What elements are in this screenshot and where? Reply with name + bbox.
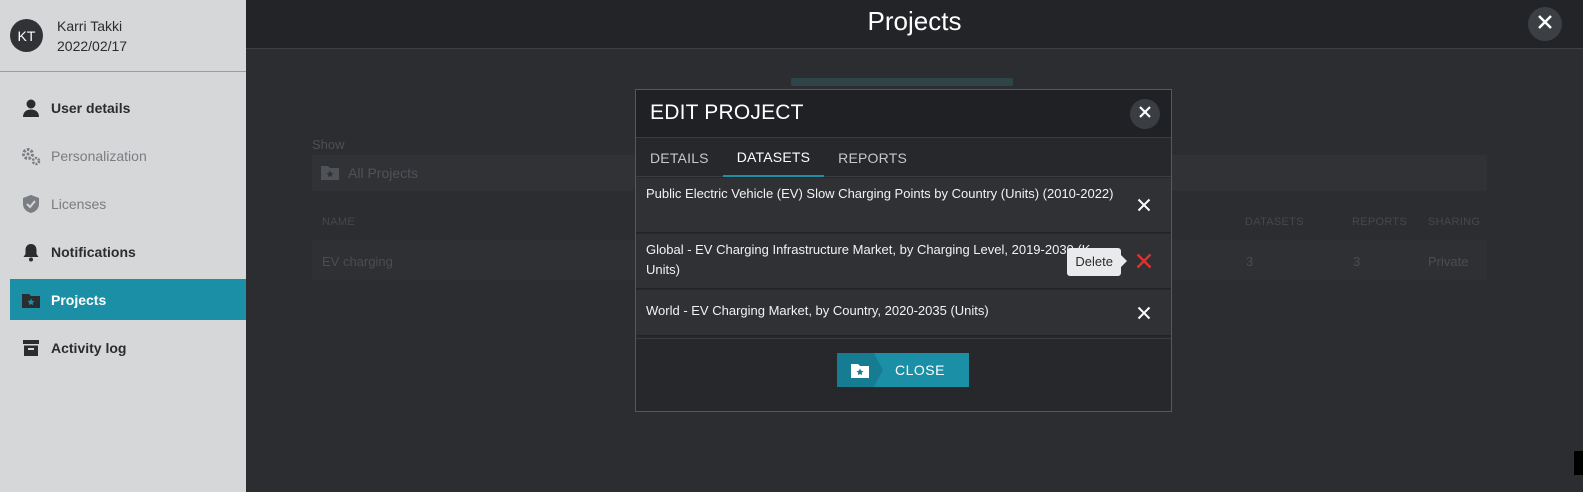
background-button: [791, 78, 1013, 86]
gears-icon: [20, 145, 41, 166]
page-title: Projects: [867, 6, 962, 36]
edit-project-dialog: EDIT PROJECT DETAILS DATASETS REPORTS Pu…: [635, 89, 1172, 412]
dialog-tabs: DETAILS DATASETS REPORTS: [636, 138, 1171, 177]
dataset-title: Global - EV Charging Infrastructure Mark…: [646, 242, 1091, 277]
dataset-title: World - EV Charging Market, by Country, …: [646, 303, 989, 318]
avatar[interactable]: KT: [10, 19, 43, 52]
datasets-cell: 3: [1246, 254, 1254, 269]
column-header-name: NAME: [322, 216, 355, 228]
sidebar-item-label: Personalization: [51, 147, 147, 164]
close-icon: [1137, 306, 1151, 319]
filter-value: All Projects: [348, 165, 419, 181]
tab-datasets[interactable]: DATASETS: [722, 138, 825, 177]
user-name: Karri Takki: [57, 17, 123, 34]
sidebar-item-personalization[interactable]: Personalization: [0, 135, 246, 176]
user-info: Karri Takki 2022/02/17: [57, 16, 127, 56]
user-date: 2022/02/17: [57, 37, 128, 54]
delete-dataset-button[interactable]: [1135, 252, 1153, 270]
top-bar: Projects: [246, 0, 1583, 49]
show-label: Show: [312, 137, 345, 152]
close-button-label: CLOSE: [895, 362, 945, 378]
tab-reports[interactable]: REPORTS: [824, 138, 921, 177]
close-icon: [1136, 253, 1152, 269]
sidebar-item-label: Licenses: [51, 195, 107, 212]
delete-dataset-button[interactable]: [1135, 196, 1153, 214]
sidebar-item-notifications[interactable]: Notifications: [0, 231, 246, 272]
folder-star-icon: [837, 353, 883, 387]
close-button[interactable]: CLOSE: [837, 353, 969, 387]
sidebar-item-label: Projects: [51, 291, 107, 308]
sidebar-item-label: Notifications: [51, 243, 136, 260]
dialog-header: EDIT PROJECT: [636, 90, 1171, 138]
tab-details[interactable]: DETAILS: [636, 138, 723, 177]
close-icon: [1138, 105, 1152, 124]
list-item: Global - EV Charging Infrastructure Mark…: [636, 234, 1171, 289]
sidebar-item-licenses[interactable]: Licenses: [0, 183, 246, 224]
user-icon: [20, 97, 41, 118]
sidebar-item-projects[interactable]: Projects: [10, 279, 246, 320]
dialog-title: EDIT PROJECT: [650, 101, 804, 124]
delete-dataset-button[interactable]: [1135, 304, 1153, 322]
sidebar-item-label: User details: [51, 99, 131, 116]
user-header: KT Karri Takki 2022/02/17: [0, 0, 246, 72]
sharing-cell: Private: [1428, 254, 1469, 269]
dialog-footer: CLOSE: [636, 338, 1171, 415]
sidebar-item-label: Activity log: [51, 339, 127, 356]
folder-star-icon: [20, 289, 41, 310]
shield-check-icon: [20, 193, 41, 214]
folder-star-icon: [320, 163, 340, 184]
scrollbar-fragment: [1574, 451, 1583, 475]
reports-cell: 3: [1353, 254, 1361, 269]
close-icon: [1137, 198, 1151, 212]
list-item: Public Electric Vehicle (EV) Slow Chargi…: [636, 178, 1171, 233]
column-header-datasets: DATASETS: [1245, 216, 1304, 228]
column-header-reports: REPORTS: [1352, 216, 1408, 228]
bell-icon: [20, 241, 41, 262]
list-item: World - EV Charging Market, by Country, …: [636, 290, 1171, 336]
delete-tooltip: Delete: [1067, 248, 1127, 276]
sidebar: KT Karri Takki 2022/02/17 User details P…: [0, 0, 246, 492]
dialog-close-button[interactable]: [1130, 99, 1160, 129]
sidebar-item-activity-log[interactable]: Activity log: [0, 327, 246, 368]
close-page-button[interactable]: [1528, 7, 1562, 41]
close-icon: [1537, 14, 1553, 35]
archive-icon: [20, 337, 41, 358]
column-header-sharing: SHARING: [1428, 216, 1481, 228]
sidebar-menu: User details Personalization Licenses No…: [0, 87, 246, 368]
project-name-cell: EV charging: [322, 254, 393, 269]
dataset-title: Public Electric Vehicle (EV) Slow Chargi…: [646, 186, 1114, 201]
dataset-list: Public Electric Vehicle (EV) Slow Chargi…: [636, 177, 1171, 336]
sidebar-item-user-details[interactable]: User details: [0, 87, 246, 128]
